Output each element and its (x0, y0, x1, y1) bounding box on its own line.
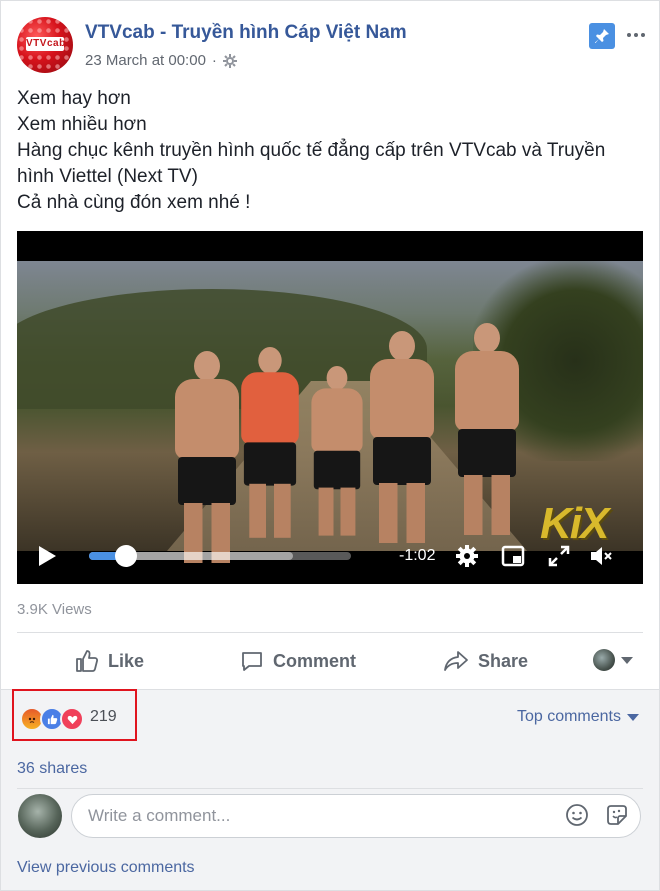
emoji-icon[interactable] (565, 803, 589, 827)
runner-head (194, 351, 220, 381)
like-label: Like (108, 650, 145, 671)
progress-knob[interactable] (114, 545, 137, 567)
more-dot (634, 33, 638, 37)
video-player[interactable]: KiX -1:02 (17, 231, 643, 584)
runner-legs (249, 483, 291, 538)
view-count: 3.9K Views (17, 601, 92, 618)
love-reaction-icon (60, 707, 84, 731)
reaction-count: 219 (90, 708, 117, 725)
reactions-summary[interactable]: 219 (12, 689, 137, 741)
post-timestamp[interactable]: 23 March at 00:00 (85, 52, 206, 69)
post-line: Cả nhà cùng đón xem nhé ! (17, 192, 251, 213)
runner-head (474, 323, 500, 353)
runner-torso (455, 351, 519, 431)
post-card: VTVcab VTVcab - Truyền hình Cáp Việt Nam… (0, 0, 660, 891)
fullscreen-icon[interactable] (547, 544, 571, 568)
reaction-icons (20, 707, 84, 731)
post-meta: 23 March at 00:00 · (85, 52, 237, 69)
runner-head (326, 366, 348, 390)
sort-label: Top comments (516, 708, 621, 725)
runner-torso (311, 388, 363, 453)
share-as-selector[interactable] (593, 649, 633, 671)
video-progress-bar[interactable] (89, 545, 351, 567)
runner-head (389, 331, 415, 361)
chevron-down-icon (627, 713, 639, 721)
settings-icon[interactable] (455, 544, 479, 568)
view-previous-comments-link[interactable]: View previous comments (17, 859, 195, 877)
sticker-icon[interactable] (605, 803, 629, 827)
runner-torso (370, 359, 434, 439)
time-remaining: -1:02 (399, 547, 436, 564)
runner-shorts (458, 429, 516, 477)
share-icon (444, 651, 468, 671)
comment-label: Comment (273, 650, 357, 671)
play-icon[interactable] (39, 546, 56, 566)
runner-shorts (243, 442, 297, 486)
post-header: VTVcab VTVcab - Truyền hình Cáp Việt Nam… (17, 17, 647, 77)
like-icon (76, 650, 99, 672)
comment-button[interactable]: Comment (240, 641, 356, 681)
chevron-down-icon (621, 656, 633, 664)
divider (17, 788, 643, 789)
video-runner (239, 347, 302, 538)
video-controls: -1:02 (17, 536, 643, 572)
runner-head (258, 347, 282, 374)
action-bar: Like Comment Share (17, 641, 643, 681)
comment-sort-dropdown[interactable]: Top comments (517, 708, 639, 726)
page-avatar[interactable]: VTVcab (17, 17, 73, 73)
mute-icon[interactable] (589, 544, 613, 568)
share-label: Share (478, 650, 529, 671)
meta-separator: · (211, 52, 217, 69)
runner-legs (379, 483, 425, 543)
user-avatar[interactable] (18, 794, 62, 838)
post-line: Hàng chục kênh truyền hình quốc tế đẳng … (17, 140, 606, 187)
runner-legs (318, 487, 356, 536)
runner-shorts (373, 437, 431, 485)
more-dot (627, 33, 631, 37)
comment-icon (242, 652, 262, 671)
share-button[interactable]: Share (443, 641, 528, 681)
comment-input[interactable] (71, 794, 641, 838)
pin-button[interactable] (589, 23, 615, 49)
post-line: Xem hay hơn (17, 88, 131, 109)
runner-torso (175, 379, 239, 459)
runner-torso (241, 372, 299, 445)
more-dot (641, 33, 645, 37)
video-runner (167, 351, 247, 566)
video-runner (311, 366, 363, 536)
runner-shorts (313, 450, 361, 490)
more-options-button[interactable] (625, 27, 647, 43)
page-name-link[interactable]: VTVcab - Truyền hình Cáp Việt Nam (85, 22, 407, 44)
post-line: Xem nhiều hơn (17, 114, 147, 135)
avatar-logo: VTVcab (26, 37, 66, 51)
post-text: Xem hay hơn Xem nhiều hơn Hàng chục kênh… (17, 86, 637, 216)
runner-legs (464, 475, 510, 535)
divider (17, 632, 643, 633)
video-runner (362, 331, 442, 546)
avatar (593, 649, 615, 671)
video-runner (447, 323, 527, 538)
globe-settings-icon[interactable] (222, 53, 237, 68)
share-count[interactable]: 36 shares (17, 760, 87, 778)
runner-shorts (178, 457, 236, 505)
like-button[interactable]: Like (75, 641, 144, 681)
pip-icon[interactable] (501, 544, 525, 568)
pin-icon (595, 29, 609, 43)
